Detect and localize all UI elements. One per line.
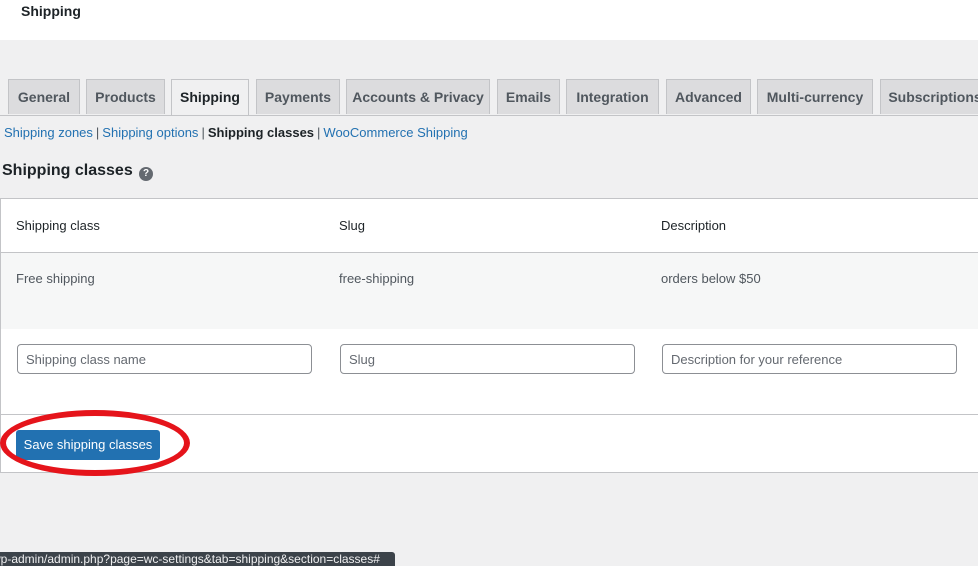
shipping-class-slug: free-shipping (339, 271, 415, 286)
column-header-description: Description (661, 218, 727, 233)
subnav-shipping-classes: Shipping classes (207, 125, 315, 140)
table-footer: Save shipping classes (1, 415, 978, 472)
tab-multi-currency[interactable]: Multi-currency (757, 79, 873, 114)
tab-accounts-privacy[interactable]: Accounts & Privacy (346, 79, 490, 114)
shipping-classes-table: Shipping class Slug Description Free shi… (0, 198, 978, 473)
section-subnav: Shipping zones | Shipping options | Shipping… (4, 125, 468, 140)
save-shipping-classes-button[interactable]: Save shipping classes (16, 430, 160, 460)
subnav-separator: | (317, 125, 321, 140)
tab-emails[interactable]: Emails (497, 79, 560, 114)
description-input[interactable] (662, 344, 957, 374)
column-header-slug: Slug (339, 218, 366, 233)
question-circle-icon[interactable]: ? (139, 167, 153, 181)
section-title: Shipping classes (2, 162, 133, 179)
status-bar-link-preview: wp-admin/admin.php?page=wc-settings&tab=… (0, 552, 395, 566)
tab-payments[interactable]: Payments (256, 79, 340, 114)
slug-input[interactable] (340, 344, 635, 374)
table-header: Shipping class Slug Description (1, 199, 978, 253)
column-header-shipping-class: Shipping class (16, 218, 100, 233)
shipping-class-description: orders below $50 (661, 271, 761, 286)
page-header: Shipping (0, 0, 978, 40)
new-class-row (1, 329, 978, 415)
shipping-class-name-input[interactable] (17, 344, 312, 374)
subnav-shipping-zones[interactable]: Shipping zones (4, 125, 93, 140)
subnav-shipping-options[interactable]: Shipping options (102, 125, 198, 140)
shipping-class-name: Free shipping (16, 271, 95, 286)
status-bar-url: wp-admin/admin.php?page=wc-settings&tab=… (0, 552, 380, 566)
tab-subscriptions[interactable]: Subscriptions (880, 79, 978, 114)
settings-tabs: General Products Shipping Payments Accou… (0, 79, 978, 116)
tab-shipping[interactable]: Shipping (171, 79, 249, 115)
table-row[interactable]: Free shipping free-shipping orders below… (1, 253, 978, 329)
subnav-separator: | (95, 125, 100, 140)
subnav-woocommerce-shipping[interactable]: WooCommerce Shipping (323, 125, 467, 140)
tab-general[interactable]: General (8, 79, 80, 114)
tab-products[interactable]: Products (86, 79, 165, 114)
tab-advanced[interactable]: Advanced (666, 79, 751, 114)
tab-integration[interactable]: Integration (566, 79, 659, 114)
page-title: Shipping (21, 3, 81, 19)
subnav-separator: | (201, 125, 205, 140)
